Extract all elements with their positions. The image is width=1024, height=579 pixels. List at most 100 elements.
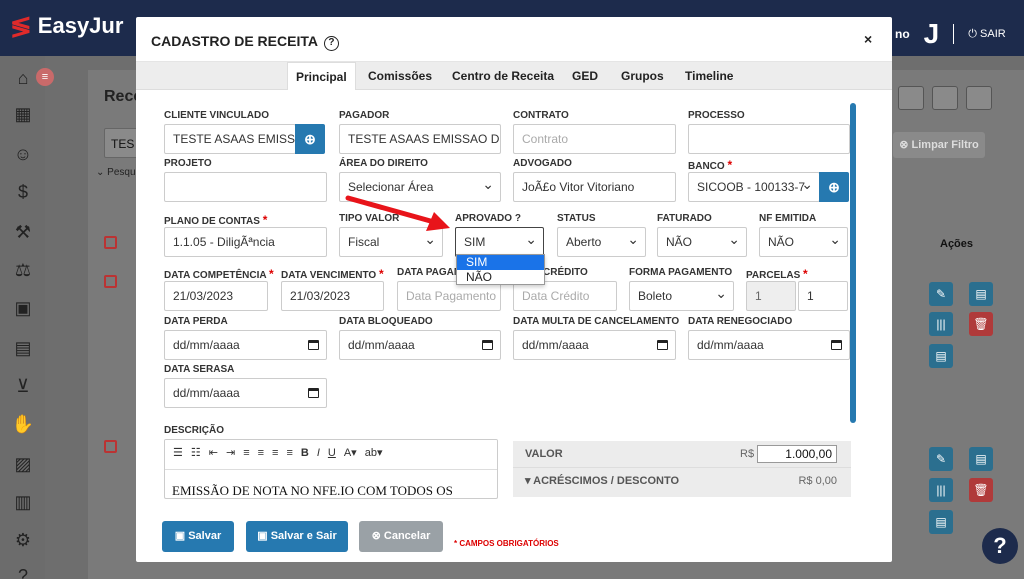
faturado-select[interactable]: NÃO xyxy=(657,227,747,257)
tab-centro-de-receita[interactable]: Centro de Receita xyxy=(444,62,562,90)
descricao-editor[interactable]: ☰ ☷ ⇤ ⇥ ≡ ≡ ≡ ≡ B I U A▾ ab▾ EMISSÃO DE NOTA NO NFE.… xyxy=(164,439,498,499)
renegociado-label: DATA RENEGOCIADO xyxy=(688,316,793,327)
barcode-button[interactable]: ||| xyxy=(929,312,953,336)
plano-input[interactable]: 1.1.05 - DiligÃªncia xyxy=(164,227,327,257)
italic-icon[interactable]: I xyxy=(317,447,320,459)
calendar-icon[interactable] xyxy=(657,340,668,350)
question-icon[interactable]: ? xyxy=(323,36,339,51)
users-icon[interactable]: ☺ xyxy=(11,142,35,166)
contrato-input[interactable]: Contrato xyxy=(513,124,676,154)
money-icon[interactable]: $ xyxy=(11,180,35,204)
cart-icon[interactable]: ⊻ xyxy=(11,374,35,398)
parcelas-total-input[interactable]: 1 xyxy=(798,281,848,311)
vencimento-input[interactable]: 21/03/2023 xyxy=(281,281,384,311)
advogado-input[interactable]: JoÃ£o Vitor Vitoriano xyxy=(513,172,676,202)
row-checkbox[interactable] xyxy=(104,275,117,288)
presentation-icon[interactable]: ▨ xyxy=(11,452,35,476)
edit-button[interactable]: ✎ xyxy=(929,447,953,471)
credito-input[interactable]: Data Crédito xyxy=(513,281,617,311)
align-right-icon[interactable]: ≡ xyxy=(272,447,278,459)
add-banco-button[interactable]: ⊕ xyxy=(819,172,849,202)
help-button[interactable]: ? xyxy=(982,528,1018,564)
view-button[interactable]: ▤ xyxy=(969,447,993,471)
briefcase-icon[interactable]: ▣ xyxy=(11,296,35,320)
print-button[interactable] xyxy=(898,86,924,110)
indent-icon[interactable]: ⇥ xyxy=(226,447,235,459)
document-button[interactable]: ▤ xyxy=(929,510,953,534)
clear-filter-button[interactable]: ⊗ Limpar Filtro xyxy=(893,132,985,158)
close-icon[interactable]: × xyxy=(864,31,872,47)
home-icon[interactable]: ⌂ xyxy=(11,66,35,90)
delete-button[interactable]: 🗑 xyxy=(969,312,993,336)
logout-button[interactable]: ⏻ SAIR xyxy=(968,28,1005,41)
ordered-list-icon[interactable]: ☰ xyxy=(173,447,183,459)
export-button[interactable] xyxy=(932,86,958,110)
report-icon[interactable]: ▥ xyxy=(11,490,35,514)
pagamento-input[interactable]: Data Pagamento xyxy=(397,281,501,311)
help-circle-icon[interactable]: ? xyxy=(11,564,35,579)
bullet-list-icon[interactable]: ☷ xyxy=(191,447,201,459)
multa-date-input[interactable]: dd/mm/aaaa xyxy=(513,330,676,360)
calendar-icon[interactable] xyxy=(831,340,842,350)
menu-toggle-icon[interactable]: ≡ xyxy=(36,68,54,86)
nf-select[interactable]: NÃO xyxy=(759,227,848,257)
edit-button[interactable]: ✎ xyxy=(929,282,953,306)
banco-select[interactable]: SICOOB - 100133-7 xyxy=(688,172,820,202)
tab-principal[interactable]: Principal xyxy=(287,62,356,90)
projeto-input[interactable] xyxy=(164,172,327,202)
align-justify-icon[interactable]: ≡ xyxy=(286,447,292,459)
calendar-icon[interactable] xyxy=(308,388,319,398)
forma-select[interactable]: Boleto xyxy=(629,281,734,311)
modal-scrollbar[interactable] xyxy=(850,103,856,423)
scale-icon[interactable]: ⚖ xyxy=(11,258,35,282)
save-and-exit-button[interactable]: ▣ Salvar e Sair xyxy=(246,521,348,552)
tab-ged[interactable]: GED xyxy=(564,62,606,90)
delete-button[interactable]: 🗑 xyxy=(969,478,993,502)
add-cliente-button[interactable]: ⊕ xyxy=(295,124,325,154)
save-button[interactable]: ▣ Salvar xyxy=(162,521,234,552)
renegociado-date-input[interactable]: dd/mm/aaaa xyxy=(688,330,850,360)
settings-icon[interactable]: ⚙ xyxy=(11,528,35,552)
document-button[interactable]: ▤ xyxy=(929,344,953,368)
gavel-icon[interactable]: ⚒ xyxy=(11,220,35,244)
tab-comissoes[interactable]: Comissões xyxy=(360,62,440,90)
align-center-icon[interactable]: ≡ xyxy=(258,447,264,459)
calendar-icon[interactable] xyxy=(308,340,319,350)
highlight-icon[interactable]: ab▾ xyxy=(365,447,383,459)
select-all-checkbox[interactable] xyxy=(104,236,117,249)
serasa-date-input[interactable]: dd/mm/aaaa xyxy=(164,378,327,408)
tab-grupos[interactable]: Grupos xyxy=(613,62,672,90)
tab-timeline[interactable]: Timeline xyxy=(677,62,741,90)
more-button[interactable] xyxy=(966,86,992,110)
row-checkbox[interactable] xyxy=(104,440,117,453)
view-button[interactable]: ▤ xyxy=(969,282,993,306)
brand-logo[interactable]: ≶ EasyJur xyxy=(10,12,123,40)
cliente-input[interactable]: TESTE ASAAS EMISSÃ xyxy=(164,124,296,154)
align-left-icon[interactable]: ≡ xyxy=(243,447,249,459)
underline-icon[interactable]: U xyxy=(328,447,336,459)
descricao-text[interactable]: EMISSÃO DE NOTA NO NFE.IO COM TODOS OS xyxy=(172,483,453,498)
dropdown-option-nao[interactable]: NÃO xyxy=(457,270,544,285)
bloqueado-date-input[interactable]: dd/mm/aaaa xyxy=(339,330,501,360)
dropdown-option-sim[interactable]: SIM xyxy=(457,255,544,270)
competencia-input[interactable]: 21/03/2023 xyxy=(164,281,268,311)
pagador-input[interactable]: TESTE ASAAS EMISSAO DE xyxy=(339,124,501,154)
user-avatar[interactable]: J xyxy=(924,18,940,50)
acrescimos-row[interactable]: ▾ ACRÉSCIMOS / DESCONTO R$ 0,00 xyxy=(513,467,851,493)
aprovado-select[interactable]: SIM xyxy=(455,227,544,257)
banco-select-value: SICOOB - 100133-7 xyxy=(697,180,806,194)
handshake-icon[interactable]: ✋ xyxy=(11,412,35,436)
calendar-icon[interactable]: ▦ xyxy=(11,102,35,126)
barcode-button[interactable]: ||| xyxy=(929,478,953,502)
font-color-icon[interactable]: A▾ xyxy=(344,447,357,459)
document-icon[interactable]: ▤ xyxy=(11,336,35,360)
bold-icon[interactable]: B xyxy=(301,447,309,459)
cancel-button[interactable]: ⊗ Cancelar xyxy=(359,521,443,552)
valor-input[interactable]: 1.000,00 xyxy=(757,445,837,463)
calendar-icon[interactable] xyxy=(482,340,493,350)
status-select[interactable]: Aberto xyxy=(557,227,646,257)
outdent-icon[interactable]: ⇤ xyxy=(209,447,218,459)
processo-input[interactable] xyxy=(688,124,850,154)
perda-date-input[interactable]: dd/mm/aaaa xyxy=(164,330,327,360)
required-marker: * xyxy=(262,213,268,227)
